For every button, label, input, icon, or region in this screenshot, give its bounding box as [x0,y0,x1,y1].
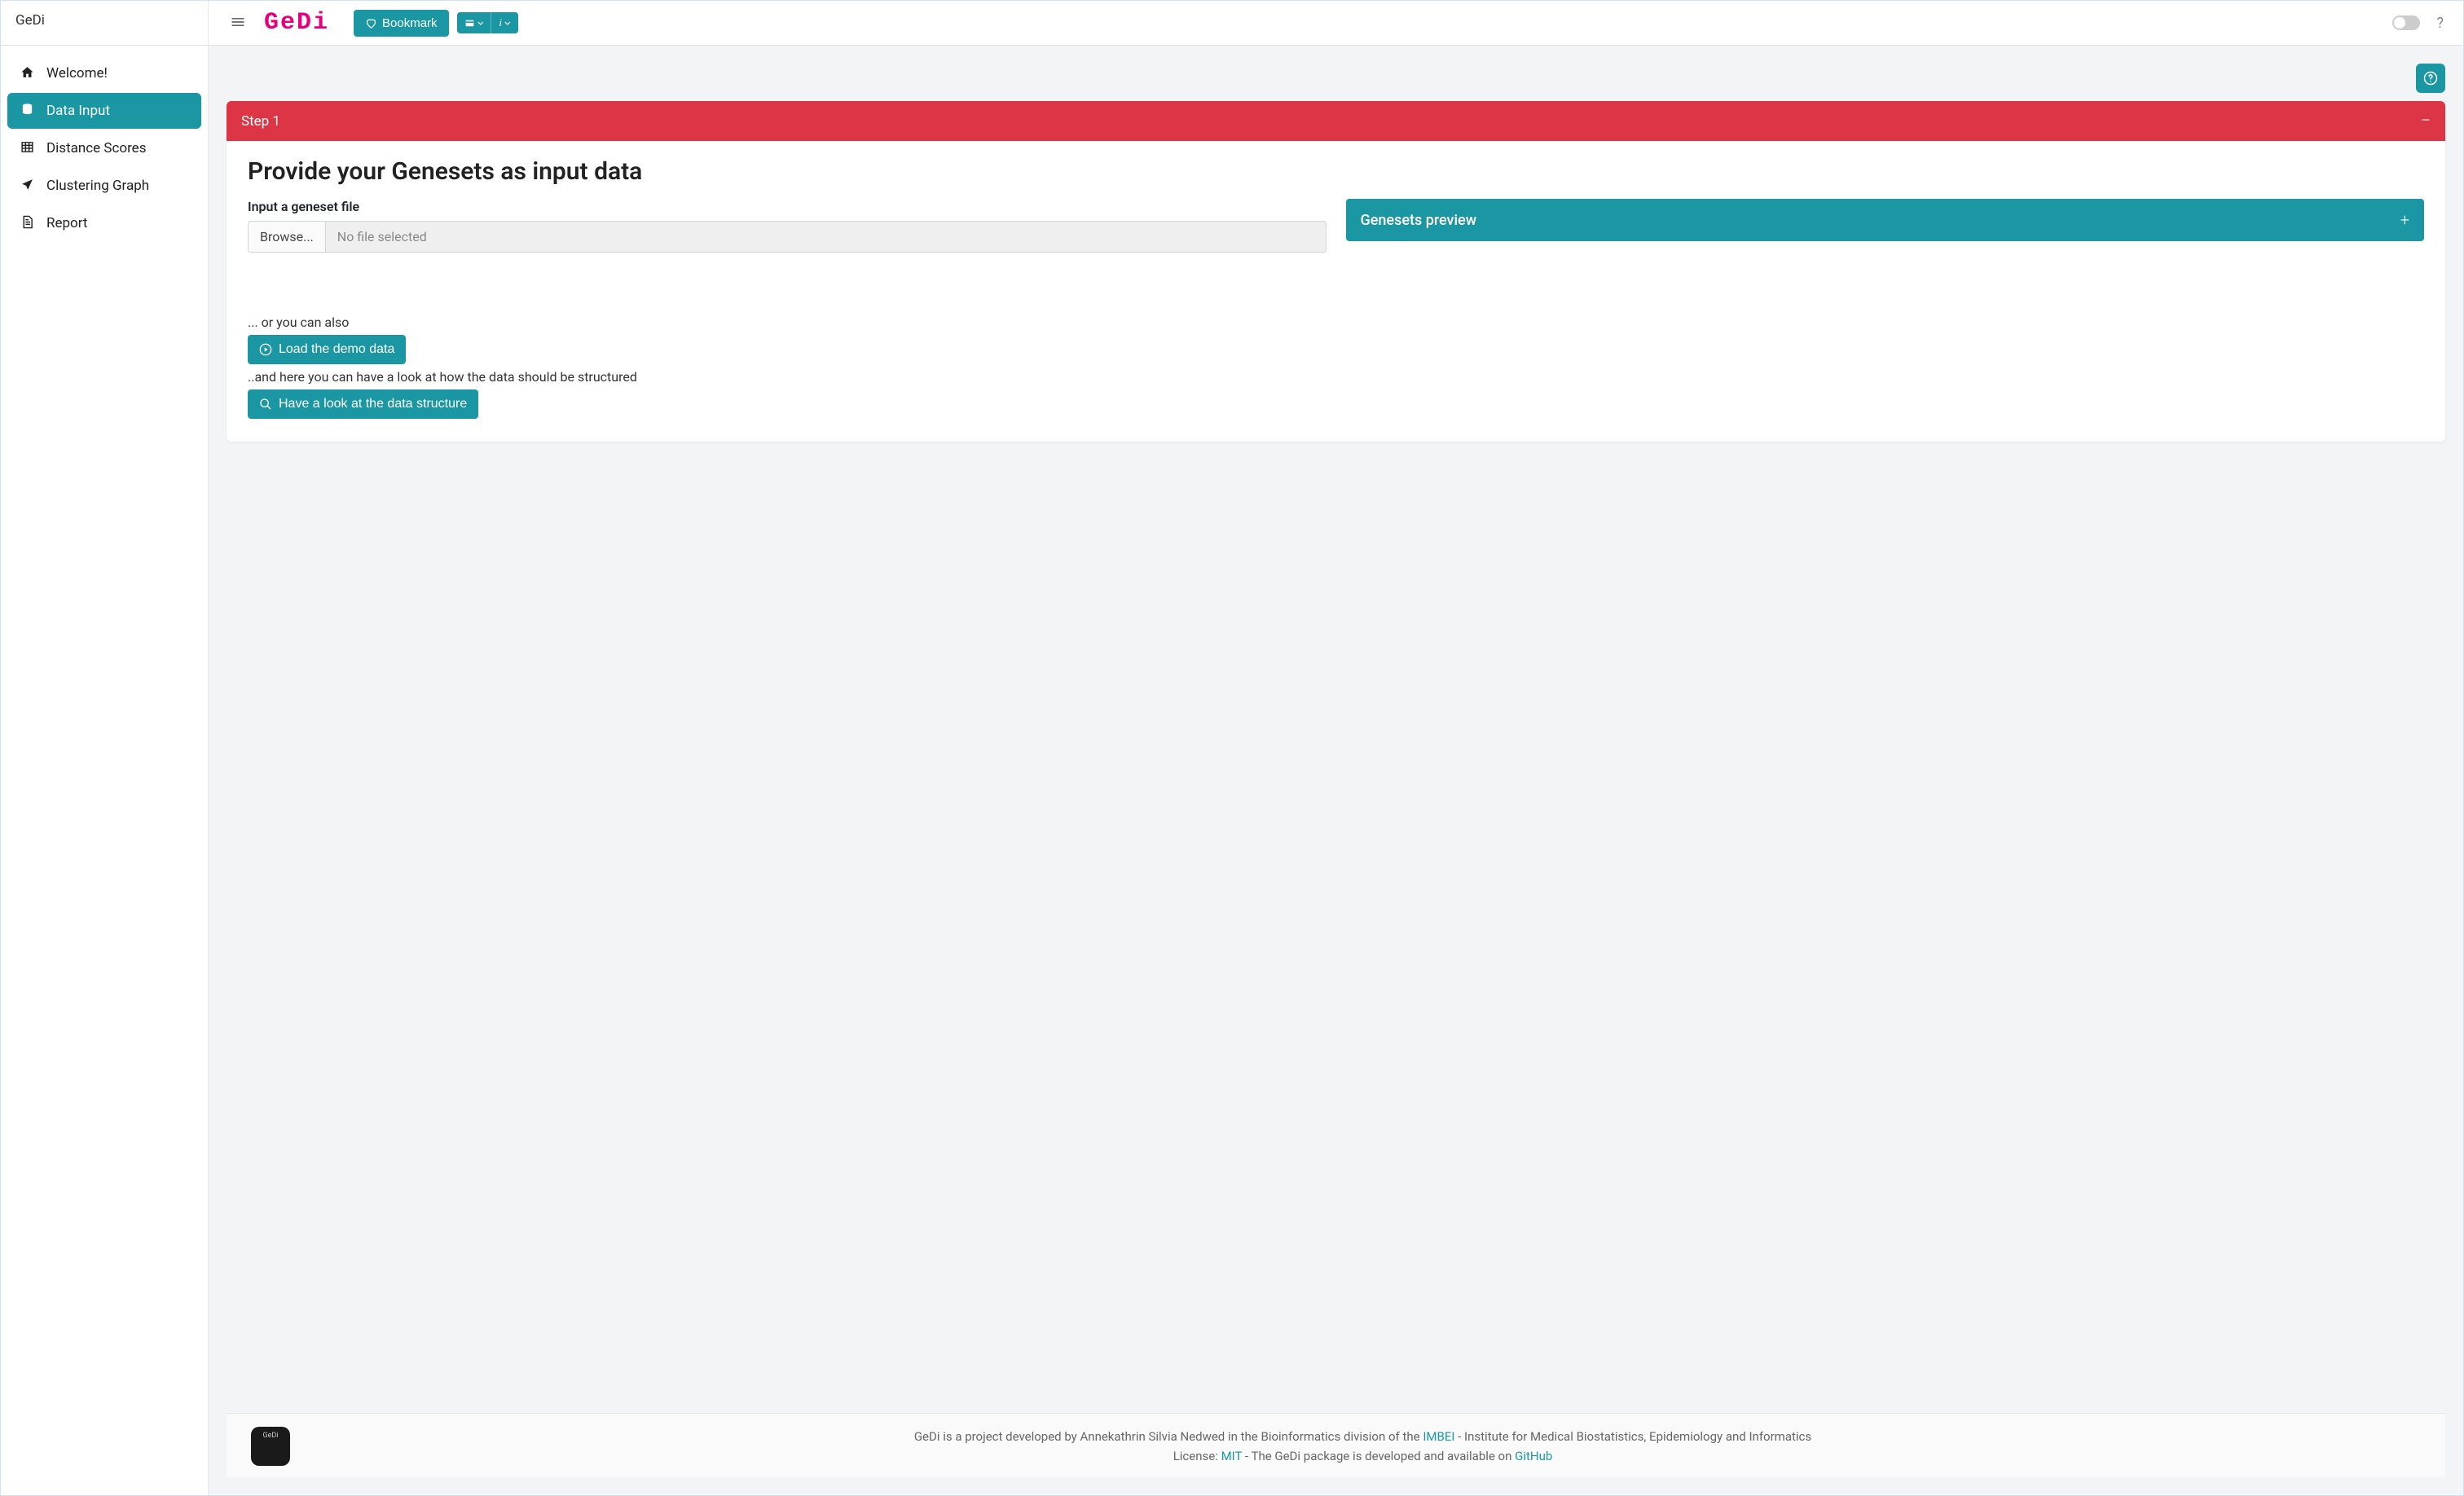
step-panel-body: Provide your Genesets as input data Inpu… [227,141,2445,442]
topbar-right: ? [2392,13,2449,33]
footer-line1-post: - Institute for Medical Biostatistics, E… [1454,1429,1811,1444]
geneset-file-input[interactable]: Browse... No file selected [248,221,1327,253]
mit-link[interactable]: MIT [1221,1449,1243,1463]
sidebar-item-welcome[interactable]: Welcome! [7,55,201,91]
help-fab-button[interactable] [2416,64,2445,93]
imbei-link[interactable]: IMBEI [1423,1429,1454,1444]
question-circle-icon [2423,71,2438,86]
sidebar-item-label: Report [46,215,87,231]
card-dropdown-button[interactable] [457,12,491,33]
info-dropdown-button[interactable]: i [491,12,517,33]
sidebar-item-label: Clustering Graph [46,178,149,194]
arrow-icon [19,178,35,194]
file-icon [19,215,35,231]
github-link[interactable]: GitHub [1515,1449,1552,1463]
theme-toggle[interactable] [2392,15,2420,30]
table-icon [19,140,35,156]
info-button-group: i [457,12,518,33]
help-icon[interactable]: ? [2431,13,2449,33]
footer-line2-mid: - The GeDi package is developed and avai… [1242,1449,1515,1463]
bookmark-button[interactable]: Bookmark [354,10,449,37]
chevron-down-icon [477,18,484,29]
expand-icon[interactable]: + [2400,210,2409,230]
genesets-preview-label: Genesets preview [1361,212,1477,229]
bookmark-label: Bookmark [382,16,438,30]
top-region: GeDi GeDi Bookmark i [1,1,2463,46]
sidebar-item-distance-scores[interactable]: Distance Scores [7,130,201,166]
sidebar-item-label: Distance Scores [46,140,146,156]
footer: GeDi GeDi is a project developed by Anne… [227,1413,2445,1477]
file-placeholder: No file selected [326,222,1326,252]
footer-line1-pre: GeDi is a project developed by Annekathr… [914,1429,1423,1444]
or-hint: ... or you can also [248,315,1327,330]
step-panel: Step 1 − Provide your Genesets as input … [227,101,2445,442]
footer-line2-pre: License: [1173,1449,1221,1463]
collapse-icon[interactable]: − [2420,111,2431,131]
footer-logo: GeDi [251,1427,290,1466]
info-icon: i [499,16,502,29]
app-name: GeDi [1,1,209,45]
sidebar-item-data-input[interactable]: Data Input [7,93,201,129]
structure-hint: ..and here you can have a look at how th… [248,369,1327,385]
main-content: Step 1 − Provide your Genesets as input … [209,46,2463,1495]
chevron-down-icon [504,18,511,29]
home-icon [19,65,35,81]
sidebar-item-report[interactable]: Report [7,205,201,241]
genesets-preview-header[interactable]: Genesets preview + [1346,199,2425,241]
card-icon [464,18,475,29]
database-icon [19,103,35,119]
data-structure-label: Have a look at the data structure [279,397,467,411]
sidebar-item-clustering-graph[interactable]: Clustering Graph [7,168,201,204]
geneset-file-label: Input a geneset file [248,199,1327,214]
load-demo-label: Load the demo data [279,342,394,357]
step-title: Provide your Genesets as input data [248,157,2424,186]
search-icon [259,398,272,411]
sidebar: Welcome! Data Input Distance Scores Clus… [1,46,209,1495]
data-structure-button[interactable]: Have a look at the data structure [248,389,478,419]
heart-icon [365,17,377,29]
logo: GeDi [264,9,329,37]
step-panel-header[interactable]: Step 1 − [227,101,2445,141]
play-circle-icon [259,343,272,356]
step-header-label: Step 1 [241,113,280,130]
footer-text: GeDi is a project developed by Annekathr… [305,1427,2421,1466]
sidebar-item-label: Welcome! [46,65,108,81]
browse-button[interactable]: Browse... [249,222,326,252]
topbar: GeDi Bookmark i ? [209,1,2463,45]
load-demo-button[interactable]: Load the demo data [248,335,406,364]
menu-toggle-icon[interactable] [223,10,253,36]
sidebar-item-label: Data Input [46,103,110,119]
